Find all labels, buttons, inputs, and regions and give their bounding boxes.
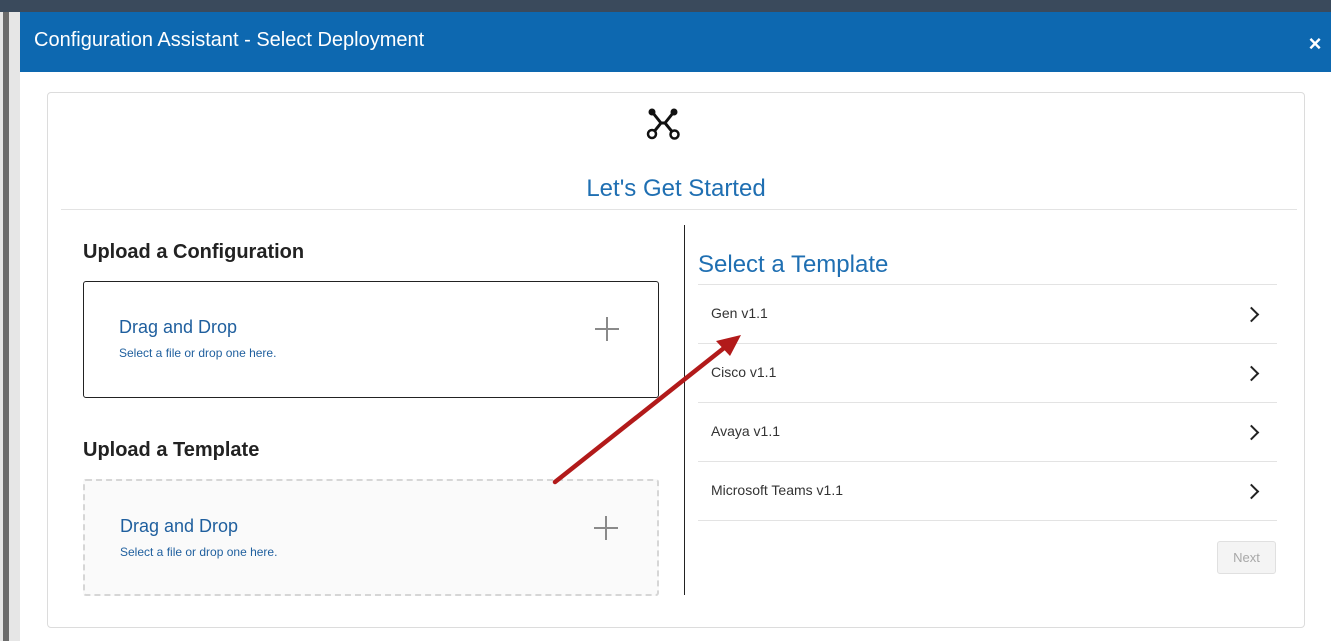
template-item-label: Cisco v1.1 (711, 364, 777, 380)
configuration-dropzone-hint: Select a file or drop one here. (119, 346, 277, 360)
chevron-right-icon (1243, 306, 1260, 323)
template-dropzone-title: Drag and Drop (120, 516, 239, 536)
upload-template-title: Upload a Template (83, 439, 260, 461)
heading-divider (61, 209, 1297, 210)
template-item-label: Gen v1.1 (711, 305, 768, 321)
template-dropzone[interactable]: Drag and Drop Select a file or drop one … (83, 479, 659, 596)
plus-icon (594, 316, 620, 342)
template-item-label: Avaya v1.1 (711, 423, 781, 439)
upload-configuration-title: Upload a Configuration (83, 241, 305, 263)
chevron-right-icon (1243, 424, 1260, 441)
configuration-assistant-dialog: Configuration Assistant - Select Deploym… (20, 12, 1331, 641)
template-dropzone-hint: Select a file or drop one here. (120, 545, 278, 559)
configuration-dropzone[interactable]: Drag and Drop Select a file or drop one … (83, 281, 659, 398)
chevron-right-icon (1243, 483, 1260, 500)
page-heading: Let's Get Started (586, 175, 766, 202)
template-item-cisco[interactable]: Cisco v1.1 (698, 344, 1277, 403)
template-item-label: Microsoft Teams v1.1 (711, 482, 844, 498)
chevron-right-icon (1243, 365, 1260, 382)
deployment-card: Let's Get Started Upload a Configuration… (47, 92, 1305, 628)
dialog-title: Configuration Assistant - Select Deploym… (34, 29, 425, 51)
plus-icon (593, 515, 619, 541)
background-window-edge (0, 12, 21, 641)
configuration-dropzone-title: Drag and Drop (119, 317, 238, 337)
column-separator (684, 225, 685, 595)
dialog-titlebar: Configuration Assistant - Select Deploym… (20, 12, 1331, 72)
background-window-strip (0, 0, 1331, 12)
close-icon[interactable]: × (1303, 32, 1327, 56)
template-list: Gen v1.1 Cisco v1.1 Avaya v1.1 Microsoft… (698, 284, 1277, 521)
next-button[interactable]: Next (1217, 541, 1276, 574)
template-item-gen[interactable]: Gen v1.1 (698, 285, 1277, 344)
template-item-microsoft-teams[interactable]: Microsoft Teams v1.1 (698, 462, 1277, 521)
background-scrollbar (3, 12, 9, 641)
template-item-avaya[interactable]: Avaya v1.1 (698, 403, 1277, 462)
select-template-title: Select a Template (698, 251, 889, 278)
network-nodes-icon (646, 108, 680, 140)
